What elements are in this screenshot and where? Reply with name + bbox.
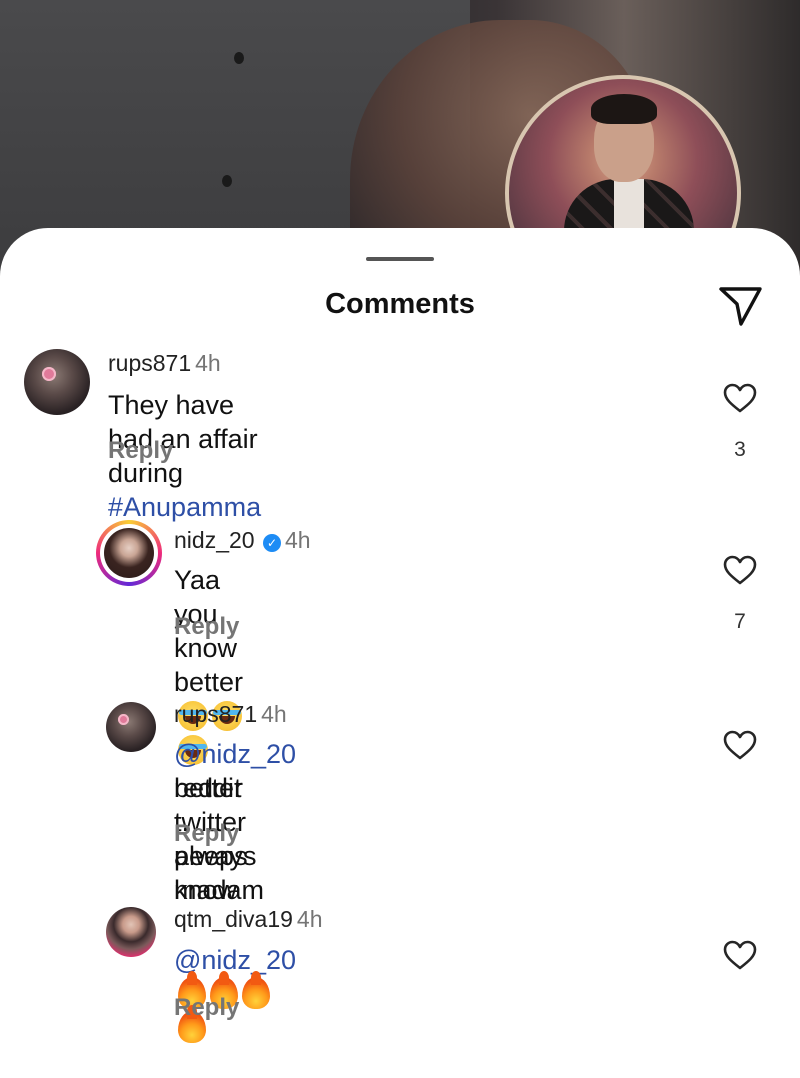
mention-link[interactable]: @nidz_20 [174,739,296,769]
share-paper-plane-icon[interactable] [716,284,764,328]
heart-icon[interactable] [723,383,757,413]
comment-username[interactable]: nidz_20 [174,527,255,553]
heart-icon[interactable] [723,555,757,585]
heart-icon[interactable] [723,940,757,970]
verified-badge-icon: ✓ [262,534,281,552]
comment-username[interactable]: rups871 [174,701,257,727]
avatar[interactable] [106,702,156,752]
avatar[interactable] [24,349,90,415]
like-count: 3 [734,438,746,461]
avatar-with-story-ring[interactable] [96,520,162,586]
comment-username[interactable]: qtm_diva19 [174,906,293,932]
heart-icon[interactable] [723,730,757,760]
reply-button[interactable]: Reply [174,994,239,1022]
shirt-button [222,175,232,187]
hashtag-link[interactable]: #Anupamma [108,492,261,522]
fire-emoji [242,971,270,1009]
like-count: 7 [734,610,746,633]
comment-username[interactable]: rups871 [108,350,191,376]
comment-time: 4h [261,701,287,727]
comment-time: 4h [195,350,221,376]
sheet-title: Comments [325,288,475,320]
reply-button[interactable]: Reply [108,437,173,465]
avatar[interactable] [106,907,156,957]
comment-time: 4h [296,906,323,932]
reply-button[interactable]: Reply [174,820,239,848]
shirt-button [234,52,244,64]
sheet-drag-handle[interactable] [366,257,434,261]
reply-button[interactable]: Reply [174,613,239,641]
comment-time: 4h [284,527,311,553]
